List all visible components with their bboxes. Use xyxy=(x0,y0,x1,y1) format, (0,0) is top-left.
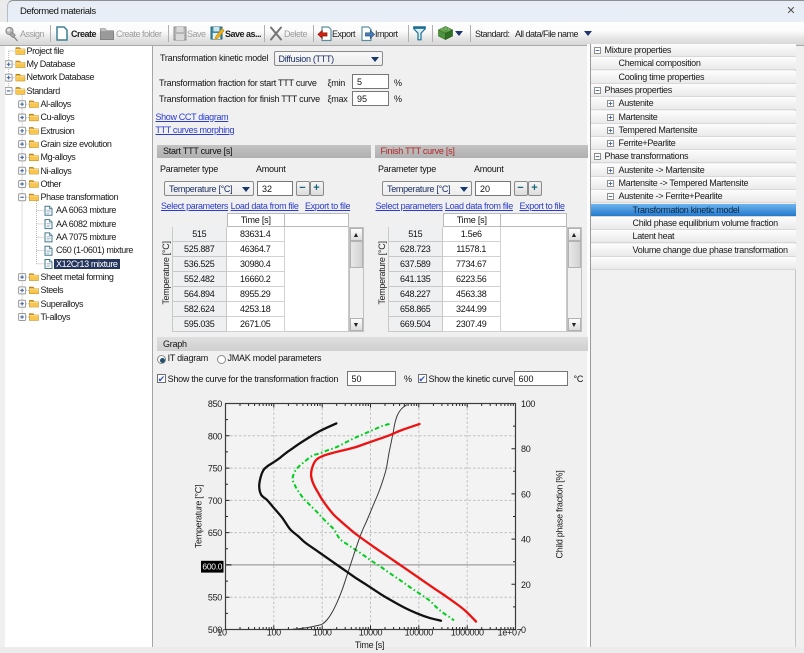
svg-text:100: 100 xyxy=(267,628,281,638)
svg-text:800: 800 xyxy=(208,431,222,441)
svg-text:Time [s]: Time [s] xyxy=(355,640,384,650)
svg-text:600.0: 600.0 xyxy=(202,562,222,572)
svg-text:1000: 1000 xyxy=(313,628,332,638)
svg-text:700: 700 xyxy=(208,496,222,506)
svg-text:Child phase fraction [%]: Child phase fraction [%] xyxy=(555,471,565,559)
svg-text:0: 0 xyxy=(521,625,526,635)
svg-text:Temperature [°C]: Temperature [°C] xyxy=(194,485,204,548)
svg-text:10000: 10000 xyxy=(359,628,383,638)
svg-text:10: 10 xyxy=(217,628,227,638)
svg-text:650: 650 xyxy=(208,528,222,538)
svg-text:550: 550 xyxy=(208,593,222,603)
svg-text:60: 60 xyxy=(521,489,531,499)
svg-text:1e+07: 1e+07 xyxy=(498,628,522,638)
svg-text:20: 20 xyxy=(521,580,531,590)
svg-text:40: 40 xyxy=(521,535,531,545)
svg-text:1000000: 1000000 xyxy=(451,628,484,638)
svg-text:100000: 100000 xyxy=(405,628,434,638)
svg-text:80: 80 xyxy=(521,444,531,454)
svg-text:850: 850 xyxy=(208,399,222,409)
svg-text:750: 750 xyxy=(208,464,222,474)
svg-text:100: 100 xyxy=(521,399,535,409)
